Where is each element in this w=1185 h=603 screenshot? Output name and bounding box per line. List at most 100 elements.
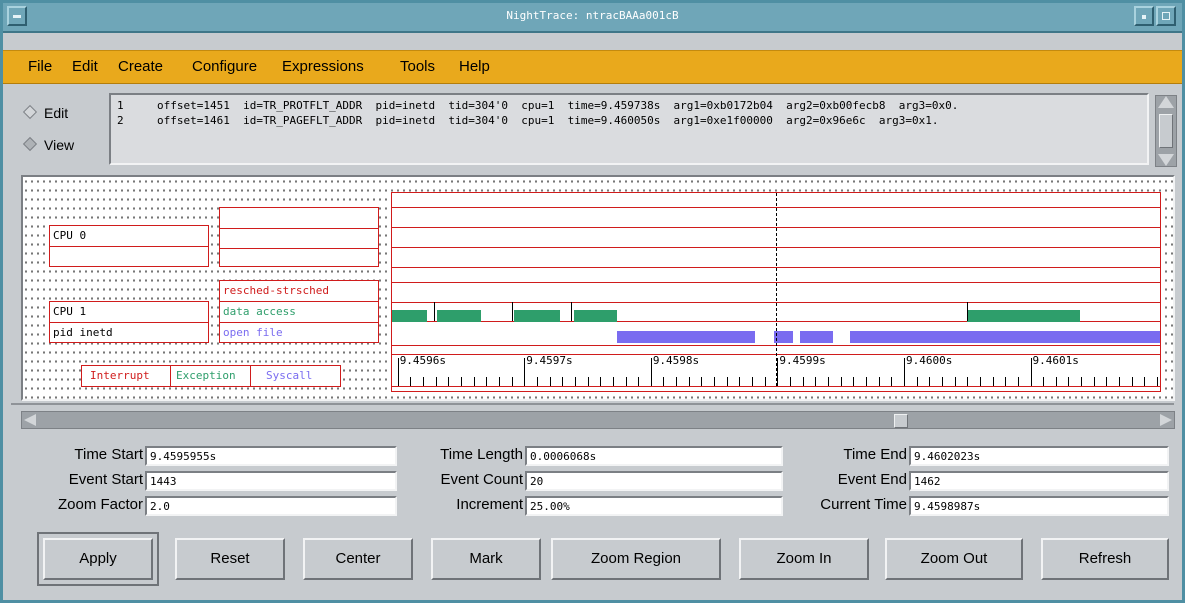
- legend-syscall: Syscall: [266, 369, 313, 382]
- scroll-thumb[interactable]: [894, 414, 908, 428]
- legend-exception: Exception: [176, 369, 236, 382]
- axis-minor-tick: [840, 377, 842, 386]
- axis-minor-tick: [739, 377, 741, 386]
- axis-tick-label: 9.4599s: [779, 354, 826, 367]
- menu-edit[interactable]: Edit: [72, 58, 98, 75]
- axis-minor-tick: [1157, 377, 1159, 386]
- scroll-right-icon[interactable]: [1160, 414, 1172, 426]
- legend-interrupt: Interrupt: [90, 369, 150, 382]
- menu-create[interactable]: Create: [118, 58, 163, 75]
- time-length-field[interactable]: 0.0006068s: [525, 446, 783, 466]
- axis-minor-tick: [992, 377, 994, 386]
- axis-minor-tick: [752, 377, 754, 386]
- edit-radio-label: Edit: [44, 105, 69, 121]
- axis-minor-tick: [423, 377, 424, 386]
- axis-minor-tick: [891, 377, 893, 386]
- exception-marker: [434, 302, 436, 321]
- cpu0-label-box: CPU 0: [49, 225, 209, 267]
- refresh-button[interactable]: Refresh: [1041, 538, 1169, 580]
- trace-display[interactable]: CPU 0 CPU 1 pid inetd resched-strsched d…: [21, 175, 1175, 401]
- zoom-factor-field[interactable]: 2.0: [145, 496, 397, 516]
- exception-marker: [571, 302, 573, 321]
- axis-minor-tick: [878, 377, 880, 386]
- cpu1-rows-box: resched-strsched data access open file: [219, 280, 379, 343]
- zoom-out-button[interactable]: Zoom Out: [885, 538, 1023, 580]
- time-start-label: Time Start: [74, 446, 143, 463]
- time-start-field[interactable]: 9.4595955s: [145, 446, 397, 466]
- open-file-bar: [849, 331, 1160, 343]
- data-access-bar: [514, 310, 560, 322]
- menu-tools[interactable]: Tools: [400, 58, 435, 75]
- view-radio-label: View: [44, 137, 75, 153]
- scroll-up-icon[interactable]: [1158, 96, 1174, 108]
- time-end-label: Time End: [843, 446, 907, 463]
- mark-button[interactable]: Mark: [431, 538, 541, 580]
- time-end-field[interactable]: 9.4602023s: [909, 446, 1169, 466]
- current-time-label: Current Time: [820, 496, 907, 513]
- axis-minor-tick: [1119, 377, 1121, 386]
- radio-diamond-icon: [22, 136, 38, 152]
- axis-minor-tick: [790, 377, 792, 386]
- event-list[interactable]: 1 offset=1451 id=TR_PROTFLT_ADDR pid=inet…: [109, 93, 1149, 165]
- timeline-scrollbar[interactable]: [21, 411, 1175, 429]
- cpu1-label-box: CPU 1 pid inetd: [49, 301, 209, 343]
- view-radio[interactable]: View: [21, 136, 75, 153]
- increment-label: Increment: [456, 496, 523, 513]
- axis-minor-tick: [916, 377, 918, 386]
- apply-button[interactable]: Apply: [37, 532, 159, 586]
- menu-file[interactable]: File: [28, 58, 52, 75]
- scroll-left-icon[interactable]: [24, 414, 36, 426]
- minimize-button[interactable]: [1134, 6, 1154, 26]
- window-title: NightTrace: ntracBAAa001cB: [506, 9, 679, 22]
- reset-button[interactable]: Reset: [175, 538, 285, 580]
- axis-minor-tick: [663, 377, 665, 386]
- zoom-region-button[interactable]: Zoom Region: [551, 538, 721, 580]
- axis-minor-tick: [1017, 377, 1019, 386]
- axis-minor-tick: [815, 377, 817, 386]
- scroll-thumb[interactable]: [1159, 114, 1173, 148]
- menu-expressions[interactable]: Expressions: [282, 58, 364, 75]
- cpu1-label: CPU 1: [53, 305, 87, 318]
- event-count-field[interactable]: 20: [525, 471, 783, 491]
- increment-field[interactable]: 25.00%: [525, 496, 783, 516]
- axis-minor-tick: [701, 377, 703, 386]
- event-start-field[interactable]: 1443: [145, 471, 397, 491]
- axis-minor-tick: [802, 377, 804, 386]
- axis-minor-tick: [536, 377, 538, 386]
- axis-minor-tick: [777, 377, 779, 386]
- axis-minor-tick: [967, 377, 969, 386]
- axis-tick-label: 9.4597s: [526, 354, 573, 367]
- event-text: offset=1461 id=TR_PAGEFLT_ADDR pid=inetd…: [157, 114, 939, 127]
- menu-help[interactable]: Help: [459, 58, 490, 75]
- cpu0-rows-box: [219, 207, 379, 267]
- legend: Interrupt Exception Syscall: [81, 365, 341, 387]
- open-file-bar: [616, 331, 755, 343]
- axis-minor-tick: [562, 377, 564, 386]
- axis-minor-tick: [726, 377, 728, 386]
- axis-minor-tick: [524, 377, 526, 386]
- event-list-scrollbar[interactable]: [1155, 95, 1177, 167]
- timeline-graph[interactable]: 9.4596s 9.4597s 9.4598s 9.4599s 9.4600s 9.460…: [391, 192, 1161, 392]
- axis-minor-tick: [574, 377, 576, 386]
- axis-minor-tick: [828, 377, 830, 386]
- axis-minor-tick: [676, 377, 678, 386]
- zoom-in-button[interactable]: Zoom In: [739, 538, 869, 580]
- menu-configure[interactable]: Configure: [192, 58, 257, 75]
- axis-tick-label: 9.4596s: [399, 354, 447, 367]
- axis-minor-tick: [1106, 377, 1108, 386]
- maximize-button[interactable]: [1156, 6, 1176, 26]
- event-text: offset=1451 id=TR_PROTFLT_ADDR pid=inetd…: [157, 99, 959, 112]
- scroll-down-icon[interactable]: [1158, 154, 1174, 166]
- center-button[interactable]: Center: [303, 538, 413, 580]
- axis-minor-tick: [549, 377, 551, 386]
- axis-minor-tick: [625, 377, 627, 386]
- current-time-field[interactable]: 9.4598987s: [909, 496, 1169, 516]
- edit-radio[interactable]: Edit: [21, 104, 69, 121]
- axis-minor-tick: [473, 377, 475, 386]
- axis-minor-tick: [460, 377, 462, 386]
- axis-minor-tick: [486, 377, 488, 386]
- minimize-icon: [1142, 15, 1146, 19]
- axis-tick-label: 9.4598s: [652, 354, 700, 367]
- event-end-field[interactable]: 1462: [909, 471, 1169, 491]
- exception-marker: [511, 302, 513, 321]
